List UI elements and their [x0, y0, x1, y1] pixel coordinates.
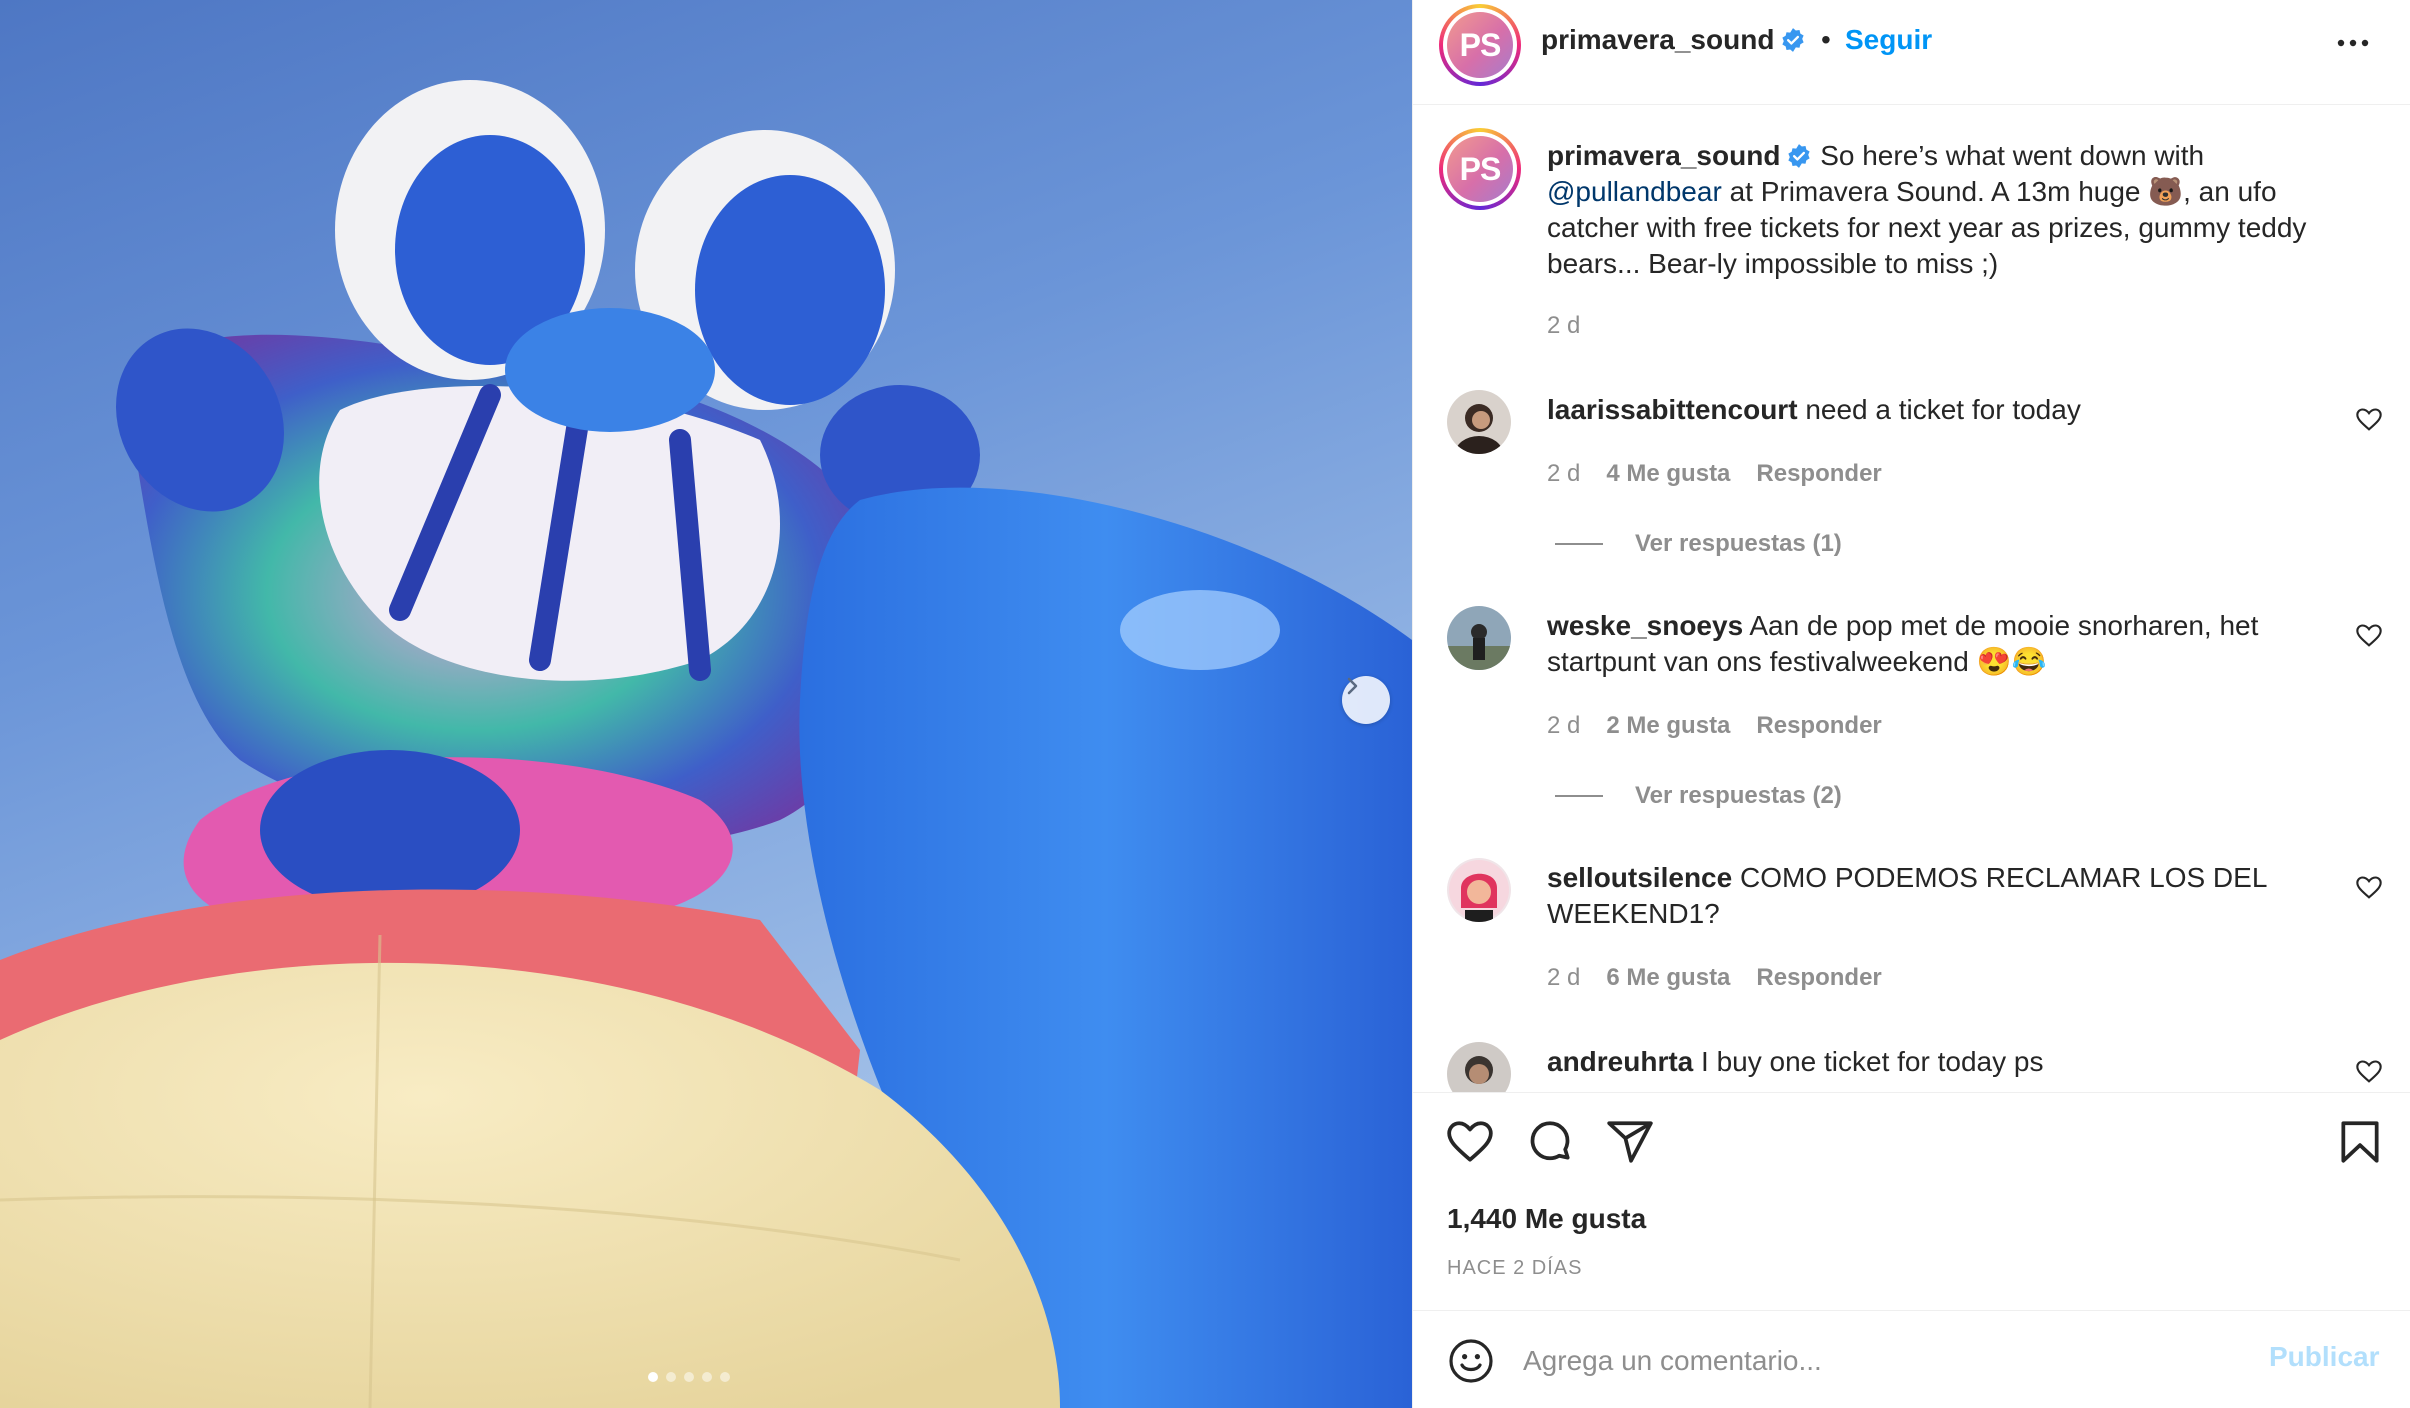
carousel-indicator: [648, 1372, 730, 1382]
save-bookmark-icon[interactable]: [2335, 1117, 2385, 1167]
comment-text: weske_snoeys Aan de pop met de mooie sno…: [1547, 608, 2367, 680]
view-replies-button[interactable]: Ver respuestas (2): [1555, 782, 1842, 810]
caption-time[interactable]: 2 d: [1547, 312, 1580, 340]
comment-username[interactable]: selloutsilence: [1547, 862, 1732, 893]
emoji-smiley-icon[interactable]: [1447, 1337, 1495, 1385]
carousel-dot: [666, 1372, 676, 1382]
comment-text: laarissabittencourt need a ticket for to…: [1547, 392, 2367, 428]
comment-username[interactable]: andreuhrta: [1547, 1046, 1693, 1077]
comment-avatar[interactable]: [1447, 858, 1511, 922]
post-header: PS primavera_sound • Seguir: [1413, 0, 2410, 105]
avatar-initials: PS: [1447, 136, 1513, 202]
comment-likes[interactable]: 4 Me gusta: [1606, 460, 1730, 488]
carousel-dot: [720, 1372, 730, 1382]
comment-meta: 2 d 2 Me gusta Responder: [1547, 712, 1882, 740]
caption-meta: 2 d: [1547, 312, 1580, 340]
next-image-button[interactable]: [1342, 676, 1390, 724]
comment-likes[interactable]: 6 Me gusta: [1606, 964, 1730, 992]
comment-time[interactable]: 2 d: [1547, 964, 1580, 992]
comment-bubble-icon[interactable]: [1525, 1117, 1575, 1167]
comment-meta: 2 d 6 Me gusta Responder: [1547, 964, 1882, 992]
comment-time[interactable]: 2 d: [1547, 460, 1580, 488]
caption-mention-link[interactable]: @pullandbear: [1547, 176, 1722, 207]
comment-username[interactable]: laarissabittencourt: [1547, 394, 1798, 425]
comment-text: andreuhrta I buy one ticket for today ps: [1547, 1044, 2367, 1080]
header-username[interactable]: primavera_sound: [1541, 24, 1774, 55]
comment-time[interactable]: 2 d: [1547, 712, 1580, 740]
publish-button[interactable]: Publicar: [2269, 1341, 2379, 1373]
caption-body-start: So here’s what went down with: [1820, 140, 2205, 171]
comment-like-heart-icon[interactable]: [2355, 622, 2383, 650]
post-date[interactable]: HACE 2 DÍAS: [1447, 1257, 1582, 1280]
carousel-dot: [702, 1372, 712, 1382]
post-image: [0, 0, 1412, 1408]
like-heart-icon[interactable]: [1445, 1117, 1495, 1167]
chevron-right-icon: [1347, 677, 1358, 695]
likes-count[interactable]: 1,440 Me gusta: [1447, 1203, 1646, 1235]
replies-divider: [1555, 795, 1603, 797]
user-photo-icon: [1455, 404, 1503, 454]
account-avatar[interactable]: PS: [1439, 4, 1521, 86]
reply-button[interactable]: Responder: [1756, 460, 1881, 488]
post-detail-panel: PS primavera_sound • Seguir PS primavera…: [1412, 0, 2410, 1408]
comment-like-heart-icon[interactable]: [2355, 406, 2383, 434]
user-photo-icon: [1449, 860, 1509, 922]
comment-avatar[interactable]: [1447, 606, 1511, 670]
comment-like-heart-icon[interactable]: [2355, 1058, 2383, 1086]
post-actions: 1,440 Me gusta HACE 2 DÍAS: [1413, 1092, 2410, 1312]
user-photo-icon: [1447, 624, 1511, 670]
replies-divider: [1555, 543, 1603, 545]
comments-list[interactable]: PS primavera_sound So here’s what went d…: [1413, 106, 2410, 1092]
comment-text: selloutsilence COMO PODEMOS RECLAMAR LOS…: [1547, 860, 2367, 932]
comment-input[interactable]: [1523, 1341, 2223, 1381]
header-separator: •: [1821, 24, 1831, 55]
comment-username[interactable]: weske_snoeys: [1547, 610, 1743, 641]
add-comment-bar: Publicar: [1413, 1310, 2410, 1408]
more-options-icon[interactable]: [2333, 28, 2373, 58]
comment-avatar[interactable]: [1447, 1042, 1511, 1092]
caption-avatar[interactable]: PS: [1439, 128, 1521, 210]
avatar-initials: PS: [1447, 12, 1513, 78]
comment-body: need a ticket for today: [1805, 394, 2081, 425]
caption-text: primavera_sound So here’s what went down…: [1547, 138, 2367, 282]
comment-avatar[interactable]: [1447, 390, 1511, 454]
view-replies-button[interactable]: Ver respuestas (1): [1555, 530, 1842, 558]
comment-likes[interactable]: 2 Me gusta: [1606, 712, 1730, 740]
verified-badge-icon: [1782, 28, 1805, 52]
view-replies-label: Ver respuestas (2): [1635, 782, 1842, 809]
view-replies-label: Ver respuestas (1): [1635, 530, 1842, 557]
comment-like-heart-icon[interactable]: [2355, 874, 2383, 902]
user-photo-icon: [1465, 1056, 1493, 1084]
follow-button[interactable]: Seguir: [1845, 24, 1932, 56]
carousel-dot: [648, 1372, 658, 1382]
reply-button[interactable]: Responder: [1756, 964, 1881, 992]
inflatable-bear-illustration: [0, 80, 1412, 1408]
comment-body: I buy one ticket for today ps: [1701, 1046, 2044, 1077]
reply-button[interactable]: Responder: [1756, 712, 1881, 740]
comment-meta: 2 d 4 Me gusta Responder: [1547, 460, 1882, 488]
carousel-dot: [684, 1372, 694, 1382]
caption-username[interactable]: primavera_sound: [1547, 140, 1780, 171]
verified-badge-icon: [1788, 144, 1811, 168]
share-send-icon[interactable]: [1605, 1117, 1655, 1167]
